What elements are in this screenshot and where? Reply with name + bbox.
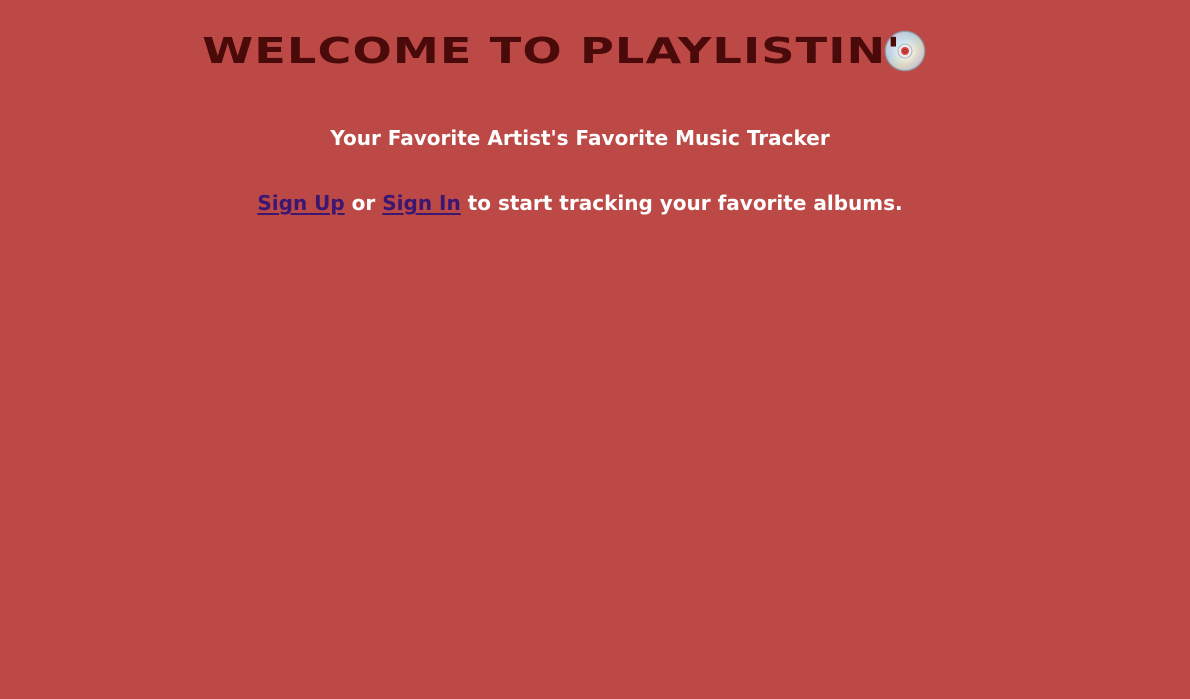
page-title: WELCOME TO PLAYLISTIN' [202, 29, 902, 72]
or-text: or [344, 191, 383, 215]
sign-in-link[interactable]: Sign In [382, 191, 460, 215]
landing-page: WELCOME TO PLAYLISTIN' Your Favorite Art… [0, 0, 1190, 699]
auth-prompt: Sign Up or Sign In to start tracking you… [0, 188, 1160, 218]
header: WELCOME TO PLAYLISTIN' [0, 24, 1160, 78]
tagline: Your Favorite Artist's Favorite Music Tr… [330, 126, 830, 150]
sign-up-link[interactable]: Sign Up [257, 191, 344, 215]
cta-trailing-text: to start tracking your favorite albums. [460, 191, 903, 215]
